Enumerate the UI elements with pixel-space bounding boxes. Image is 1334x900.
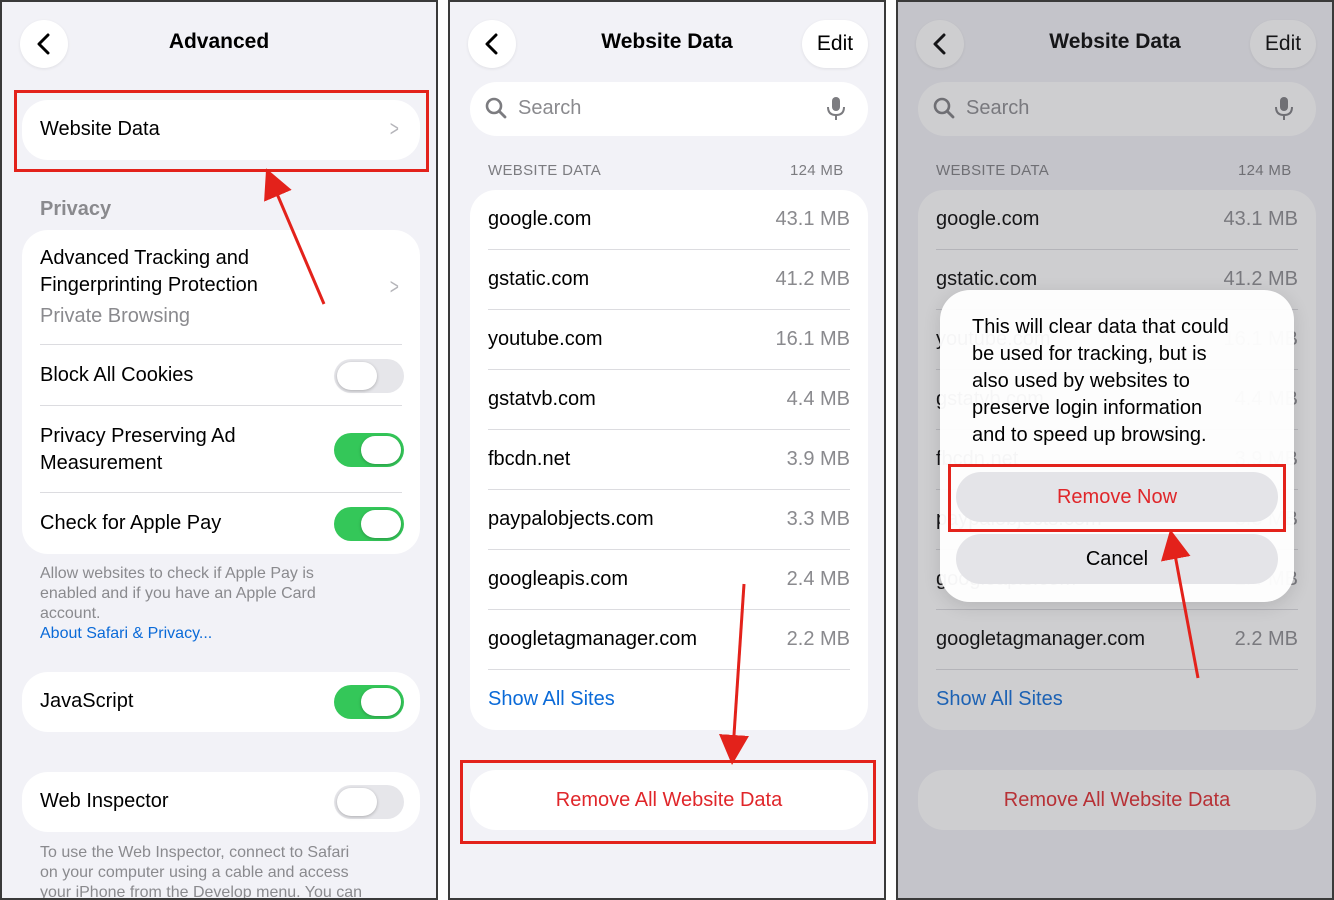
alert-message-line2: be used for tracking, but is (972, 343, 1207, 365)
advanced-screen: Advanced Website Data > Privacy Advanced… (0, 0, 438, 900)
page-title: Advanced (168, 30, 270, 53)
site-name: youtube.com (488, 328, 603, 350)
alert-message-line3: also used by websites to (972, 370, 1190, 392)
divider (40, 492, 402, 493)
list-item[interactable]: gstatvb.com 4.4 MB (470, 370, 868, 430)
site-size: 3.3 MB (786, 508, 850, 530)
site-size: 41.2 MB (775, 268, 850, 290)
tracking-label-line1: Advanced Tracking and (40, 247, 250, 269)
site-name: google.com (488, 208, 592, 230)
edit-button[interactable]: Edit (802, 20, 868, 68)
web-inspector-row: Web Inspector (22, 772, 420, 832)
list-item[interactable]: paypalobjects.com 3.3 MB (470, 490, 868, 550)
javascript-toggle[interactable] (334, 685, 404, 719)
list-item[interactable]: google.com 43.1 MB (470, 190, 868, 250)
site-name: fbcdn.net (488, 448, 571, 470)
highlight-remove-all (460, 760, 876, 844)
web-inspector-toggle[interactable] (334, 785, 404, 819)
microphone-icon[interactable] (826, 96, 846, 122)
search-field[interactable]: Search (470, 82, 868, 136)
alert-message-line1: This will clear data that could (972, 316, 1229, 338)
list-item[interactable]: googletagmanager.com 2.2 MB (470, 610, 868, 670)
list-item[interactable]: youtube.com 16.1 MB (470, 310, 868, 370)
ad-measurement-toggle[interactable] (334, 433, 404, 467)
tracking-value: Private Browsing (40, 305, 191, 327)
website-data-screen: Website Data Edit Search WEBSITE DATA 12… (448, 0, 886, 900)
privacy-footer-line3: account. (40, 605, 101, 622)
privacy-footer-line1: Allow websites to check if Apple Pay is (40, 565, 314, 582)
site-size: 4.4 MB (786, 388, 850, 410)
inspector-footer-line1: To use the Web Inspector, connect to Saf… (40, 844, 350, 861)
javascript-row: JavaScript (22, 672, 420, 732)
site-name: googletagmanager.com (488, 628, 698, 650)
block-cookies-toggle[interactable] (334, 359, 404, 393)
cancel-button[interactable]: Cancel (956, 534, 1278, 584)
site-size: 16.1 MB (775, 328, 850, 350)
javascript-label: JavaScript (40, 690, 134, 712)
sites-card: google.com 43.1 MB gstatic.com 41.2 MB y… (470, 190, 868, 730)
inspector-footer-line3: your iPhone from the Develop menu. You c… (40, 884, 362, 900)
inspector-footer-line2: on your computer using a cable and acces… (40, 864, 349, 881)
site-name: googleapis.com (488, 568, 629, 590)
highlight-website-data (14, 90, 429, 172)
website-data-alert-screen: Website Data Edit Search WEBSITE DATA 12… (896, 0, 1334, 900)
section-header: WEBSITE DATA (488, 162, 602, 179)
clear-data-alert: This will clear data that could be used … (940, 290, 1294, 602)
ad-measurement-label-line2: Measurement (40, 452, 163, 474)
web-inspector-label: Web Inspector (40, 790, 169, 812)
alert-message-line4: preserve login information (972, 397, 1203, 419)
apple-pay-label: Check for Apple Pay (40, 512, 222, 534)
site-name: gstatvb.com (488, 388, 596, 410)
divider (40, 344, 402, 345)
site-size: 2.4 MB (786, 568, 850, 590)
divider (488, 669, 850, 670)
tracking-label-line2: Fingerprinting Protection (40, 274, 258, 296)
highlight-remove-now (948, 464, 1286, 532)
list-item[interactable]: fbcdn.net 3.9 MB (470, 430, 868, 490)
chevron-right-icon[interactable]: > (390, 274, 399, 300)
apple-pay-toggle[interactable] (334, 507, 404, 541)
ad-measurement-label-line1: Privacy Preserving Ad (40, 425, 236, 447)
block-cookies-label: Block All Cookies (40, 364, 194, 386)
total-size: 124 MB (790, 162, 844, 179)
site-size: 2.2 MB (786, 628, 850, 650)
privacy-section-header: Privacy (40, 198, 112, 220)
alert-message-line5: and to speed up browsing. (972, 424, 1207, 446)
about-safari-privacy-link[interactable]: About Safari & Privacy... (40, 624, 212, 644)
search-placeholder: Search (518, 97, 582, 119)
site-name: paypalobjects.com (488, 508, 654, 530)
site-name: gstatic.com (488, 268, 590, 290)
privacy-card: Advanced Tracking and Fingerprinting Pro… (22, 230, 420, 554)
list-item[interactable]: gstatic.com 41.2 MB (470, 250, 868, 310)
privacy-footer-line2: enabled and if you have an Apple Card (40, 585, 316, 602)
site-size: 43.1 MB (775, 208, 850, 230)
list-item[interactable]: googleapis.com 2.4 MB (470, 550, 868, 610)
divider (40, 405, 402, 406)
site-size: 3.9 MB (786, 448, 850, 470)
search-icon (485, 97, 507, 119)
show-all-sites-link[interactable]: Show All Sites (488, 688, 615, 711)
